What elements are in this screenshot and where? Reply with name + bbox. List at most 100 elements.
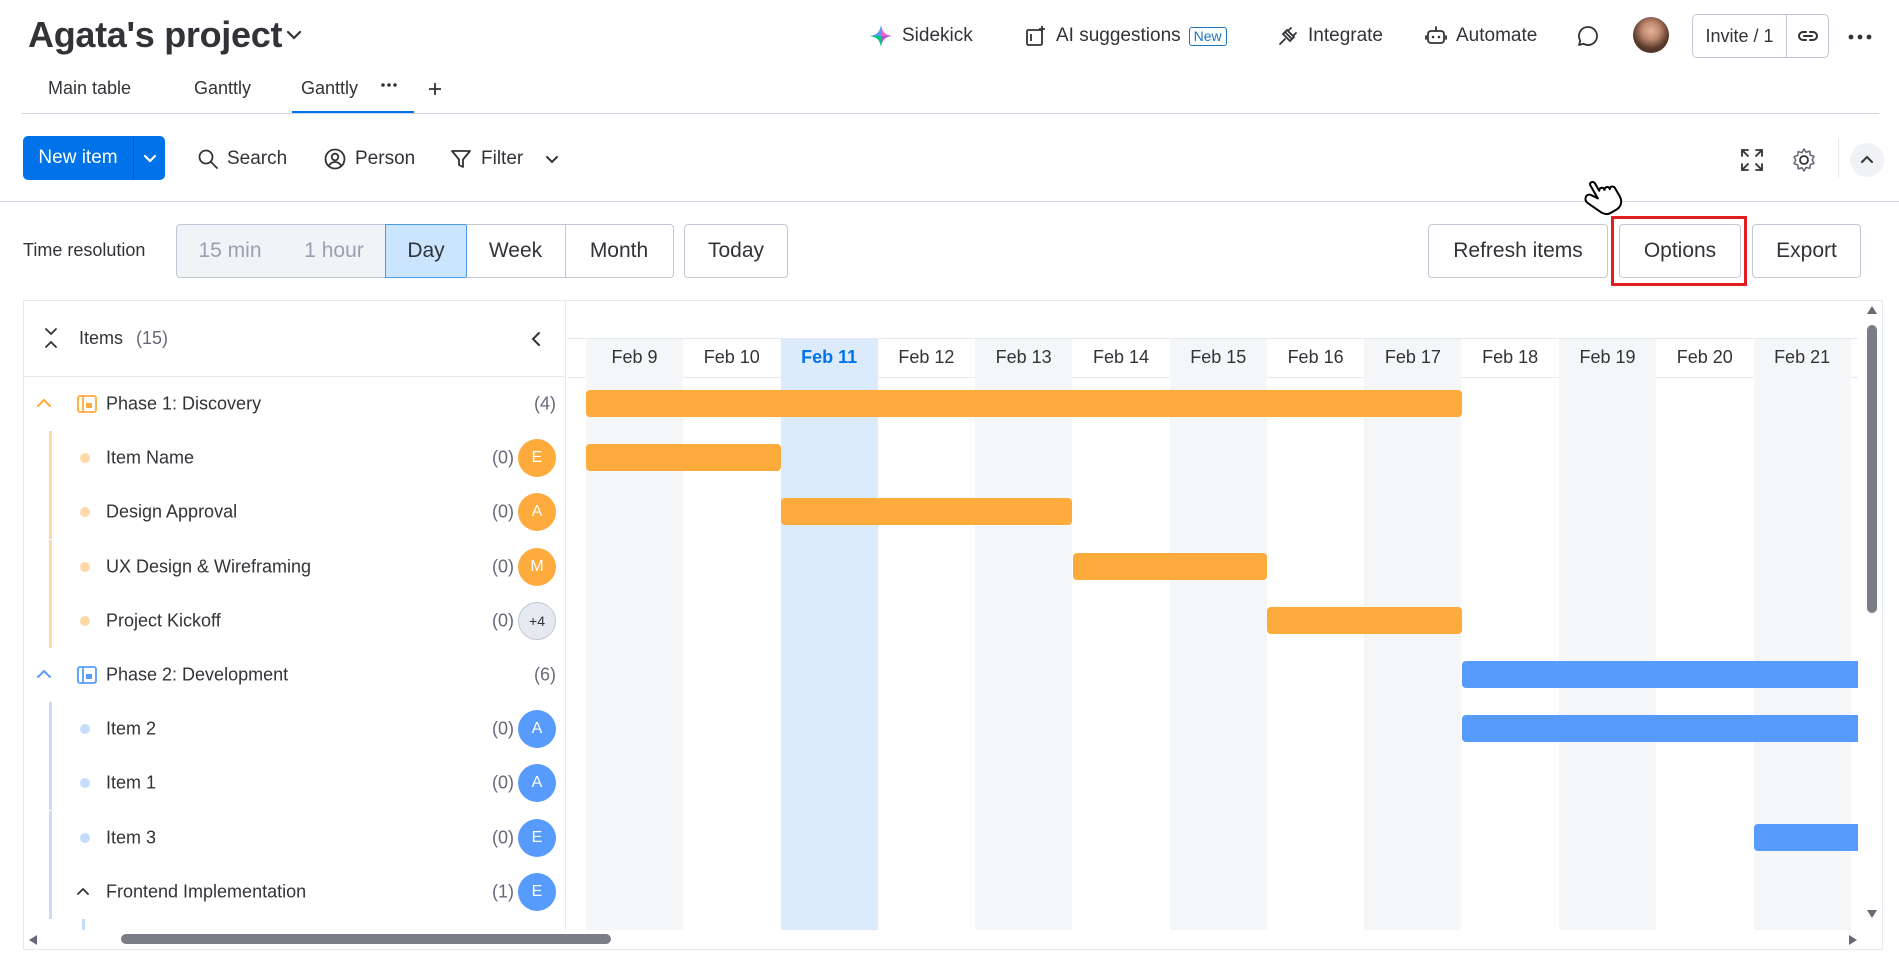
scroll-left-arrow-icon[interactable] <box>28 934 38 946</box>
time-resolution-label: Time resolution <box>23 240 146 260</box>
group-color-line <box>49 864 52 919</box>
more-options-icon[interactable] <box>1846 24 1874 50</box>
gantt-bar[interactable] <box>780 498 1073 526</box>
filter-chevron-down-icon[interactable] <box>543 150 561 168</box>
resolution-week[interactable]: Week <box>466 224 566 278</box>
automate-button[interactable]: Automate <box>1424 18 1537 54</box>
scroll-up-arrow-icon[interactable] <box>1866 305 1878 315</box>
item-label: Item 2 <box>106 718 157 739</box>
gantt-bar[interactable] <box>1461 661 1858 688</box>
new-item-button[interactable]: New item <box>23 136 133 180</box>
group-row[interactable]: (4) Phase 1: Discovery <box>24 377 565 431</box>
date-header: Feb 21 <box>1774 347 1831 367</box>
hand-cursor-icon <box>1582 172 1634 220</box>
item-row[interactable]: (0) +4 Project Kickoff <box>24 593 565 648</box>
item-row[interactable]: (0) E Item Name <box>24 431 565 486</box>
gantt-bar[interactable] <box>586 390 1462 417</box>
assignee-avatar[interactable]: E <box>518 818 556 857</box>
item-row[interactable]: (0) A Design Approval <box>24 485 565 540</box>
items-count: (15) <box>136 328 169 348</box>
filter-button[interactable]: Filter <box>449 145 523 173</box>
collapse-subgroup-chevron-icon[interactable] <box>76 885 90 897</box>
sidekick-button[interactable]: Sidekick <box>868 18 973 54</box>
vertical-scrollbar[interactable] <box>1862 301 1882 930</box>
resolution-day[interactable]: Day <box>385 224 467 278</box>
invite-button[interactable]: Invite / 1 <box>1693 15 1787 57</box>
person-filter-button[interactable]: Person <box>323 145 415 173</box>
day-column <box>1267 339 1364 930</box>
more-assignees-avatar[interactable]: +4 <box>518 601 556 640</box>
toolbar-separator <box>1838 138 1839 178</box>
assignee-avatar[interactable]: A <box>518 710 556 749</box>
tab-options-icon[interactable] <box>379 80 399 90</box>
date-header: Feb 13 <box>995 347 1052 367</box>
horizontal-scroll-thumb[interactable] <box>121 934 611 944</box>
items-panel: Items (15) (4) Phase 1: Discovery (0) E Item… <box>24 301 566 930</box>
assignee-avatar[interactable]: M <box>518 547 556 586</box>
date-header: Feb 19 <box>1579 347 1636 367</box>
group-board-icon <box>76 393 98 415</box>
horizontal-scrollbar[interactable] <box>24 928 1882 950</box>
scroll-right-arrow-icon[interactable] <box>1848 934 1858 946</box>
group-row[interactable]: (6) Phase 2: Development <box>24 648 565 702</box>
person-icon <box>323 147 347 171</box>
item-label: Frontend Implementation <box>106 881 307 902</box>
integrate-button[interactable]: Integrate <box>1276 18 1383 54</box>
collapse-group-chevron-icon[interactable] <box>36 667 52 681</box>
new-item-dropdown-icon[interactable] <box>133 136 165 180</box>
today-button[interactable]: Today <box>684 224 788 278</box>
search-button[interactable]: Search <box>197 145 287 173</box>
item-count: (1) <box>492 881 514 902</box>
assignee-avatar[interactable]: A <box>518 493 556 532</box>
assignee-avatar[interactable]: A <box>518 764 556 803</box>
vertical-scroll-thumb[interactable] <box>1867 325 1877 613</box>
tab-ganttly-2[interactable]: Ganttly <box>301 78 358 99</box>
item-label: Item 1 <box>106 772 157 793</box>
item-row[interactable]: (0) A Item 2 <box>24 702 565 757</box>
item-row[interactable]: (1) E Frontend Implementation <box>24 864 565 919</box>
item-count: (0) <box>492 556 514 577</box>
search-label: Search <box>227 148 288 169</box>
tab-ganttly-1[interactable]: Ganttly <box>194 78 251 99</box>
gantt-bar[interactable] <box>1753 823 1858 851</box>
fullscreen-icon[interactable] <box>1738 146 1766 174</box>
collapse-all-icon[interactable] <box>44 327 58 349</box>
tab-main-table[interactable]: Main table <box>48 78 131 99</box>
group-label: Phase 1: Discovery <box>106 393 262 414</box>
date-header: Feb 17 <box>1384 347 1441 367</box>
add-view-icon[interactable] <box>427 81 443 97</box>
assignee-avatar[interactable]: E <box>518 872 556 911</box>
gantt-bar[interactable] <box>1461 715 1858 743</box>
gantt-bar[interactable] <box>586 444 781 472</box>
collapse-header-button[interactable] <box>1850 143 1884 177</box>
resolution-month[interactable]: Month <box>565 224 674 278</box>
gantt-bar[interactable] <box>1267 606 1462 634</box>
copy-link-icon[interactable] <box>1787 15 1828 57</box>
refresh-items-button[interactable]: Refresh items <box>1428 224 1608 278</box>
chat-bubble-icon[interactable] <box>1576 24 1600 48</box>
page-title[interactable]: Agata's project <box>28 14 282 56</box>
item-count: (0) <box>492 827 514 848</box>
user-avatar[interactable] <box>1633 17 1669 53</box>
chevron-down-icon[interactable] <box>284 25 304 45</box>
item-status-dot <box>80 561 90 572</box>
settings-gear-icon[interactable] <box>1790 146 1818 174</box>
chevron-up-icon <box>1861 155 1873 163</box>
group-count: (6) <box>534 664 556 685</box>
ai-suggestions-button[interactable]: AI suggestions New <box>1024 18 1227 54</box>
assignee-avatar[interactable]: E <box>518 439 556 478</box>
gantt-bar[interactable] <box>1072 552 1268 580</box>
item-count: (0) <box>492 447 514 468</box>
item-row[interactable]: (0) A Item 1 <box>24 756 565 811</box>
item-row[interactable]: (0) M UX Design & Wireframing <box>24 539 565 594</box>
export-button[interactable]: Export <box>1752 224 1861 278</box>
item-status-dot <box>80 615 90 626</box>
item-status-dot <box>80 832 90 843</box>
item-row[interactable]: (0) E Item 3 <box>24 810 565 865</box>
scroll-down-arrow-icon[interactable] <box>1866 909 1878 919</box>
collapse-panel-chevron-left-icon[interactable] <box>530 331 542 347</box>
group-color-line <box>49 810 52 865</box>
group-color-line <box>49 539 52 594</box>
collapse-group-chevron-icon[interactable] <box>36 396 52 410</box>
group-count: (4) <box>534 393 556 414</box>
